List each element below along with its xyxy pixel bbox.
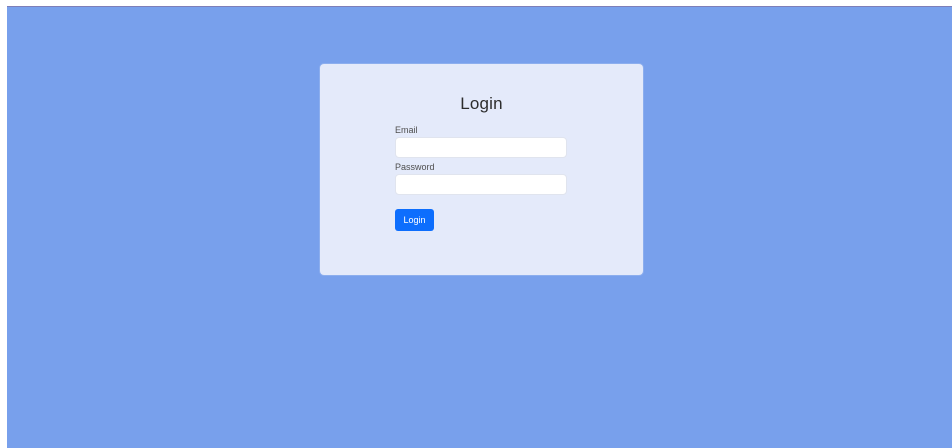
email-label: Email [395, 125, 418, 135]
password-label: Password [395, 162, 435, 172]
page: Login Email Password Login [0, 0, 952, 448]
top-border [0, 0, 952, 7]
login-button[interactable]: Login [395, 209, 434, 231]
left-margin [0, 0, 7, 448]
login-card: Login Email Password Login [320, 64, 643, 275]
email-input[interactable] [395, 137, 567, 158]
password-input[interactable] [395, 174, 567, 195]
login-title: Login [460, 94, 503, 113]
